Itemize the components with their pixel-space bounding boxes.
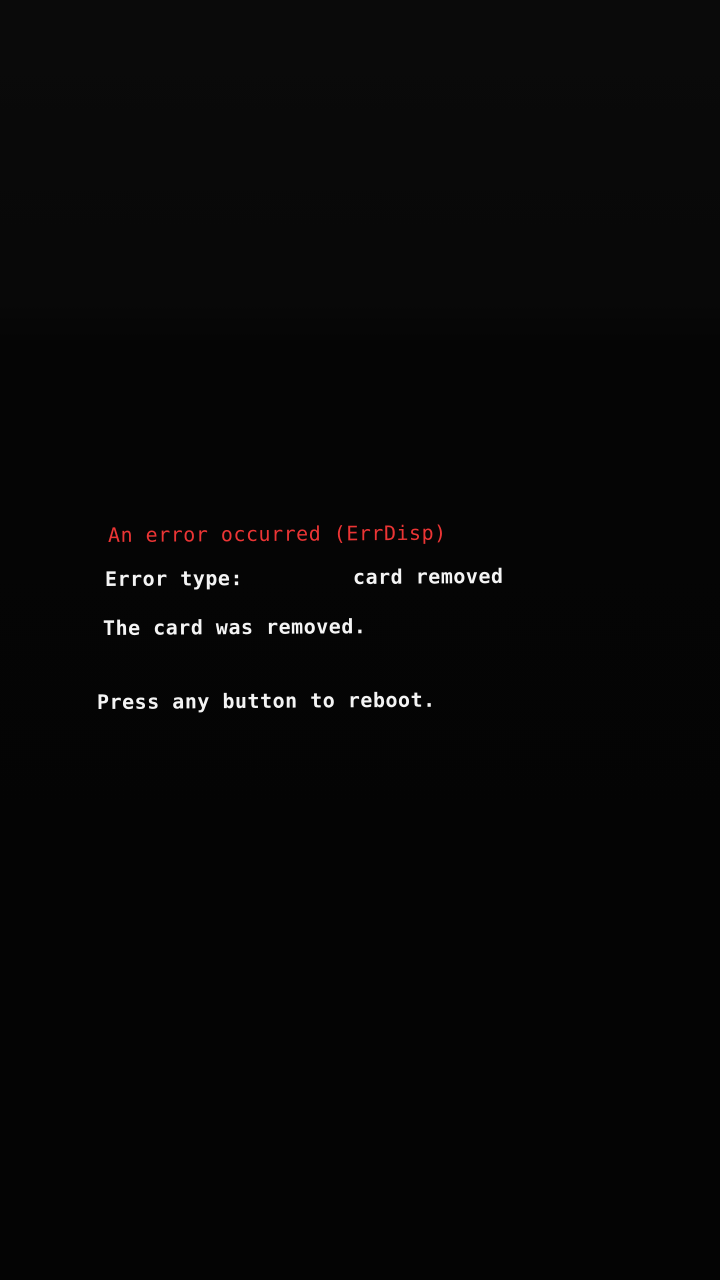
reboot-prompt: Press any button to reboot. [96,687,436,714]
error-message: The card was removed. [102,614,367,640]
error-type-value: card removed [352,563,504,589]
error-screen[interactable]: An error occurred (ErrDisp) Error type: … [0,0,720,1280]
error-title: An error occurred (ErrDisp) [107,520,447,547]
error-type-label: Error type: [104,566,244,591]
